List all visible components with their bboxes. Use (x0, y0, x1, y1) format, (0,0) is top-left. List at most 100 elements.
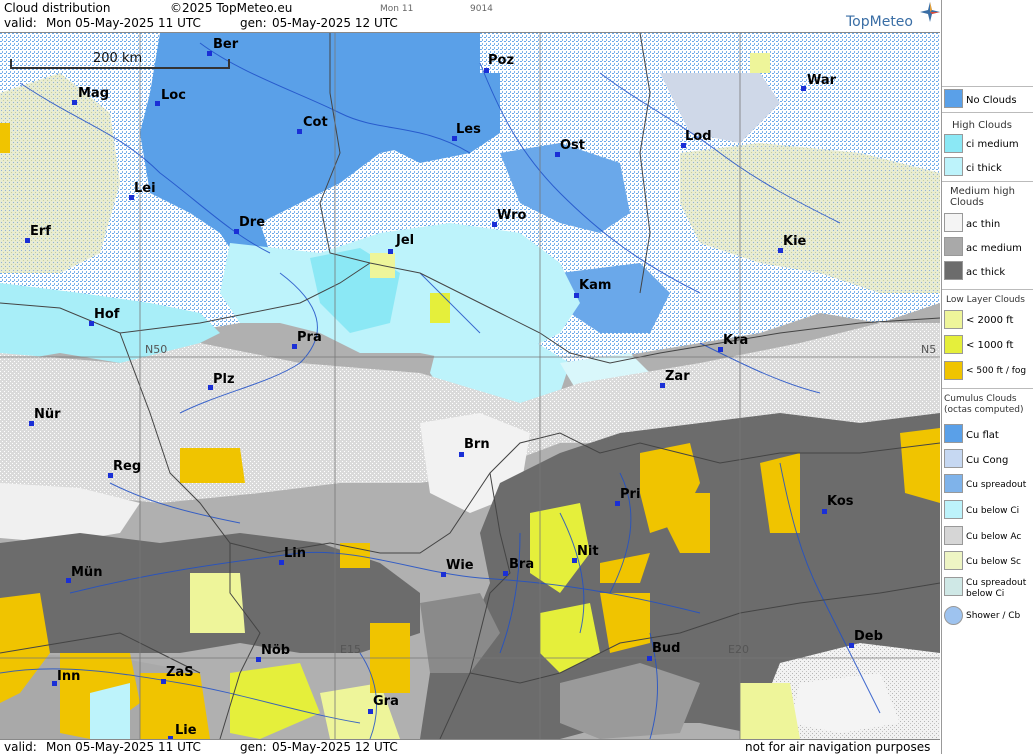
legend-swatch (944, 551, 963, 570)
city-label[interactable]: Gra (373, 694, 399, 709)
gen-label: gen: (240, 16, 267, 30)
city-label[interactable]: Jel (396, 233, 414, 248)
city-dot (388, 249, 393, 254)
city-dot (72, 100, 77, 105)
legend-swatch (944, 157, 963, 176)
map-title: Cloud distribution (4, 1, 111, 15)
city-dot (155, 101, 160, 106)
city-label[interactable]: ZaS (166, 665, 194, 680)
legend-label: ac thin (966, 219, 1001, 230)
valid-time: Mon 05-May-2025 11 UTC (46, 16, 201, 30)
city-dot (484, 68, 489, 73)
city-label[interactable]: Brn (464, 437, 490, 452)
city-label[interactable]: Bra (509, 557, 534, 572)
legend-heading: Cumulus Clouds (octas computed) (944, 394, 1024, 415)
legend-swatch (944, 424, 963, 443)
city-label[interactable]: War (807, 73, 836, 88)
city-label[interactable]: Lei (134, 181, 156, 196)
footer-gen-time: 05-May-2025 12 UTC (272, 740, 398, 754)
grid-label-e15: E15 (340, 643, 361, 656)
city-label[interactable]: Kra (723, 333, 748, 348)
legend-heading: Medium high Clouds (950, 186, 1015, 208)
city-label[interactable]: Poz (488, 53, 514, 68)
legend-swatch (944, 237, 963, 256)
legend-swatch (944, 474, 963, 493)
city-label[interactable]: Erf (30, 224, 51, 239)
city-label[interactable]: Loc (161, 88, 186, 103)
legend-swatch (944, 310, 963, 329)
footer-valid-label: valid: (4, 740, 37, 754)
grid-label-n50: N50 (145, 343, 168, 356)
city-label[interactable]: Kie (783, 234, 806, 249)
legend-label: < 1000 ft (966, 340, 1014, 351)
legend-label: ci medium (966, 139, 1019, 150)
city-label[interactable]: Wie (446, 558, 474, 573)
legend-swatch (944, 361, 963, 380)
city-label[interactable]: Nit (577, 544, 599, 559)
city-label[interactable]: Pri (620, 487, 640, 502)
legend-label: ci thick (966, 163, 1002, 174)
gen-time: 05-May-2025 12 UTC (272, 16, 398, 30)
compass-star-icon (920, 2, 940, 22)
city-label[interactable]: Inn (57, 669, 80, 684)
city-label[interactable]: Lie (175, 723, 197, 738)
city-label[interactable]: Plz (213, 372, 235, 387)
scale-label: 200 km (93, 51, 143, 66)
city-label[interactable]: Zar (665, 369, 690, 384)
city-label[interactable]: Ber (213, 37, 238, 52)
city-dot (297, 129, 302, 134)
legend-label: ac medium (966, 243, 1022, 254)
shower-icon (944, 606, 963, 625)
legend-swatch (944, 526, 963, 545)
legend-swatch (944, 500, 963, 519)
copyright: ©2025 TopMeteo.eu (170, 1, 293, 15)
city-dot (207, 51, 212, 56)
city-label[interactable]: Nöb (261, 643, 290, 658)
legend-label: Cu below Ac (966, 532, 1022, 542)
legend-label: Cu flat (966, 430, 999, 441)
city-dot (647, 656, 652, 661)
legend-swatch (944, 89, 963, 108)
legend-panel: No Clouds High Clouds ci medium ci thick… (941, 0, 1033, 754)
city-label[interactable]: Deb (854, 629, 883, 644)
legend-swatch (944, 335, 963, 354)
legend-heading: High Clouds (952, 120, 1012, 131)
city-label[interactable]: Lin (284, 546, 306, 561)
city-label[interactable]: Ost (560, 138, 585, 153)
legend-heading: Low Layer Clouds (946, 295, 1025, 305)
disclaimer: not for air navigation purposes (745, 740, 931, 754)
legend-label: < 500 ft / fog (966, 366, 1027, 376)
legend-label: < 2000 ft (966, 315, 1014, 326)
city-dot (574, 293, 579, 298)
city-label[interactable]: Wro (497, 208, 526, 223)
map-header: Cloud distribution ©2025 TopMeteo.eu Mon… (0, 0, 940, 33)
city-label[interactable]: Mün (71, 565, 102, 580)
legend-swatch (944, 449, 963, 468)
city-dot (503, 571, 508, 576)
legend-swatch (944, 213, 963, 232)
cloud-map[interactable]: 200 km N50 N5 E15 E20 Ber Poz War Mag Lo… (0, 33, 940, 739)
legend-label: Cu Cong (966, 455, 1009, 466)
legend-label: ac thick (966, 267, 1006, 278)
city-label[interactable]: Pra (297, 330, 322, 345)
topmeteo-logo: TopMeteo (846, 14, 913, 30)
legend-label: No Clouds (966, 95, 1017, 106)
footer-gen-label: gen: (240, 740, 267, 754)
city-label[interactable]: Cot (303, 115, 328, 130)
city-dot (822, 509, 827, 514)
legend-label: Cu below Sc (966, 557, 1021, 567)
legend-label: Cu spreadout (966, 480, 1027, 490)
city-label[interactable]: Nür (34, 407, 61, 422)
city-label[interactable]: Dre (239, 215, 265, 230)
grid-label-e20: E20 (728, 643, 749, 656)
city-label[interactable]: Lod (685, 129, 712, 144)
city-label[interactable]: Les (456, 122, 481, 137)
city-label[interactable]: Hof (94, 307, 119, 322)
city-label[interactable]: Kam (579, 278, 611, 293)
city-label[interactable]: Bud (652, 641, 680, 656)
city-label[interactable]: Kos (827, 494, 854, 509)
legend-swatch (944, 261, 963, 280)
city-label[interactable]: Mag (78, 86, 109, 101)
legend-swatch (944, 577, 963, 596)
city-label[interactable]: Reg (113, 459, 141, 474)
